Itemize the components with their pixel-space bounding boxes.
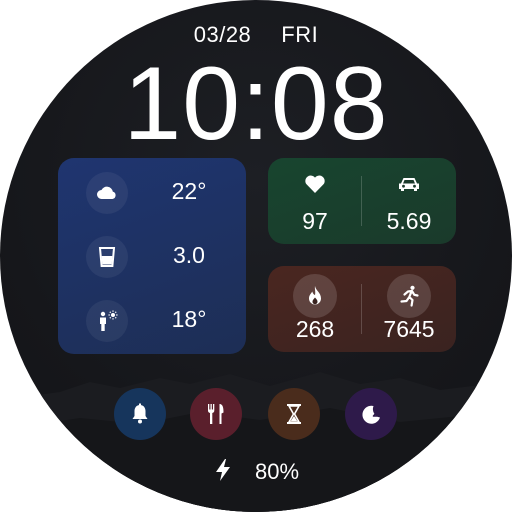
distance-section[interactable]: 5.69	[362, 158, 456, 244]
distance-value: 5.69	[386, 208, 432, 234]
heart-icon	[305, 175, 325, 193]
date-weekday: FRI	[281, 22, 319, 47]
date-day: 03/28	[193, 22, 252, 47]
calories-value: 268	[295, 316, 335, 342]
meal-button[interactable]	[190, 388, 242, 440]
weather-row-uv: 18°	[58, 296, 246, 346]
temperature-value: 22°	[171, 178, 207, 204]
health-card[interactable]: 97 5.69	[268, 158, 456, 244]
weather-row-temperature: 22°	[58, 168, 246, 218]
running-icon	[387, 274, 431, 318]
weather-row-water: 3.0	[58, 232, 246, 282]
activity-card[interactable]: 268 7645	[268, 266, 456, 352]
flame-icon	[293, 274, 337, 318]
timer-button[interactable]	[268, 388, 320, 440]
lightning-icon	[215, 459, 230, 481]
fork-knife-icon	[207, 404, 224, 424]
battery-level: 80%	[254, 459, 300, 484]
watch-face: 03/28 FRI 10:08 22° 3.0 18° 97 5.69 268 …	[0, 0, 512, 512]
uv-temp-value: 18°	[171, 306, 207, 332]
steps-value: 7645	[383, 316, 435, 342]
steps-section[interactable]: 7645	[362, 266, 456, 352]
heart-rate-section[interactable]: 97	[268, 158, 362, 244]
battery-indicator: 80%	[0, 458, 512, 485]
alarm-button[interactable]	[114, 388, 166, 440]
sleep-button[interactable]	[345, 388, 397, 440]
moon-sleep-icon	[362, 405, 380, 424]
heart-rate-value: 97	[302, 208, 328, 234]
calories-section[interactable]: 268	[268, 266, 362, 352]
water-value: 3.0	[173, 242, 205, 268]
water-glass-icon	[86, 236, 128, 278]
hourglass-icon	[287, 404, 301, 424]
person-sun-icon	[86, 300, 128, 342]
date-row: 03/28 FRI	[0, 22, 512, 48]
weather-card[interactable]: 22° 3.0 18°	[58, 158, 246, 354]
car-icon	[399, 178, 419, 191]
time-display[interactable]: 10:08	[0, 52, 512, 156]
bell-icon	[132, 403, 148, 424]
cloud-icon	[86, 172, 128, 214]
